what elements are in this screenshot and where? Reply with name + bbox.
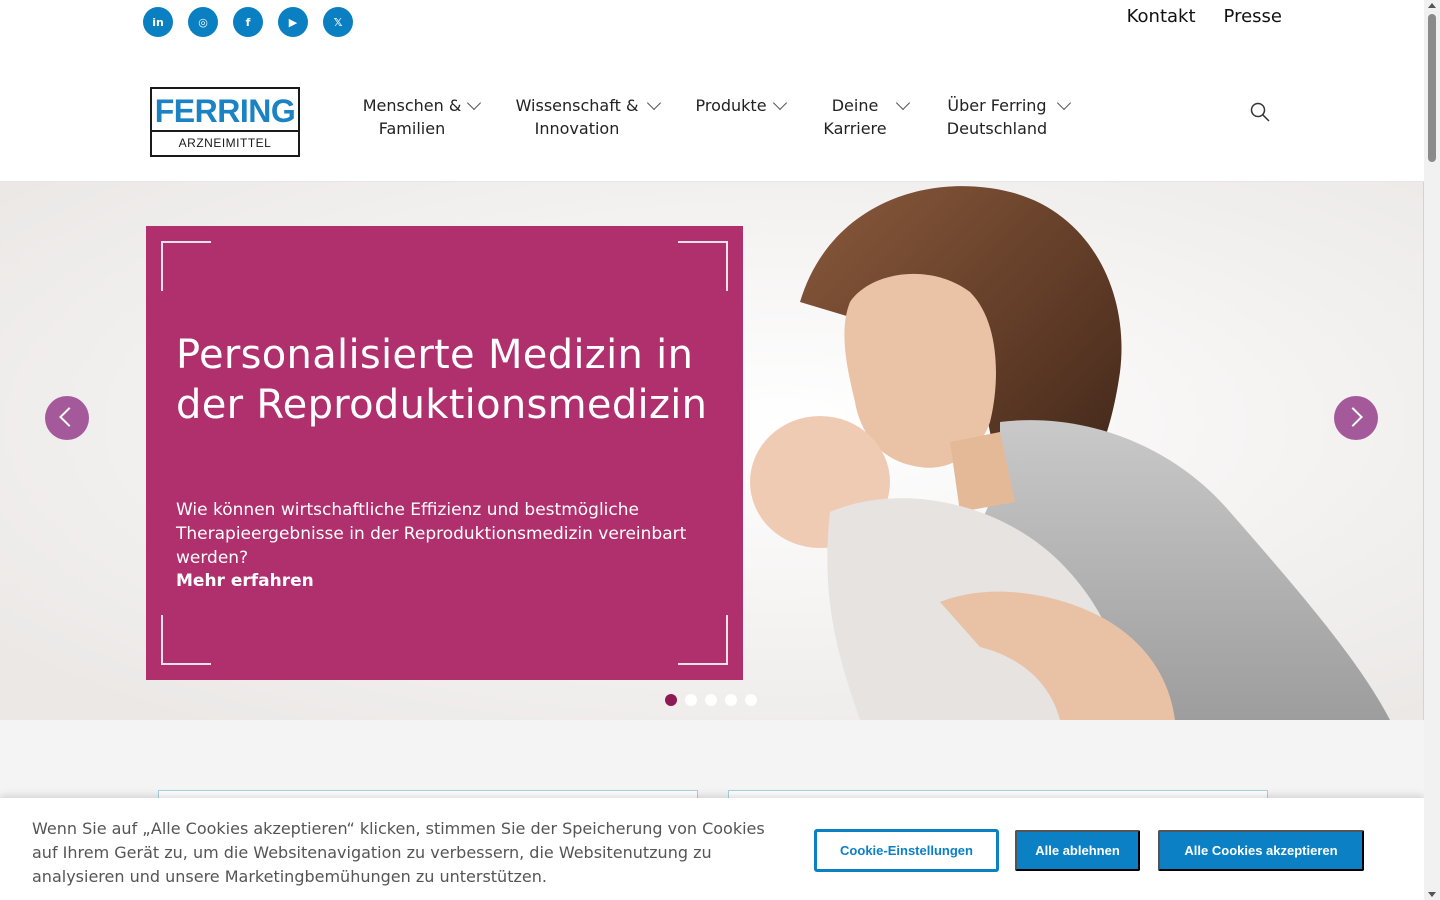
slider-dot[interactable] — [665, 694, 677, 706]
scroll-up-icon[interactable] — [1428, 3, 1436, 8]
instagram-icon[interactable]: ◎ — [188, 7, 218, 37]
ferring-logo[interactable]: FERRING ARZNEIMITTEL — [150, 87, 300, 157]
nav-label-line1: Über Ferring — [947, 96, 1047, 115]
chevron-down-icon — [646, 95, 662, 111]
search-icon[interactable] — [1250, 102, 1270, 122]
slider-dot[interactable] — [745, 694, 757, 706]
logo-divider — [152, 130, 298, 132]
panel-corner — [161, 241, 211, 291]
hero-panel: Personalisierte Medizin in der Reprodukt… — [146, 226, 743, 680]
chevron-down-icon — [895, 95, 911, 111]
cookie-banner: Wenn Sie auf „Alle Cookies akzeptieren“ … — [0, 798, 1424, 900]
facebook-icon[interactable]: f — [233, 7, 263, 37]
chevron-down-icon — [466, 95, 482, 111]
youtube-icon[interactable]: ▶ — [278, 7, 308, 37]
press-link[interactable]: Presse — [1224, 6, 1282, 27]
cookie-settings-button[interactable]: Cookie-Einstellungen — [815, 830, 998, 871]
social-links: in ◎ f ▶ 𝕏 — [143, 7, 353, 37]
x-icon[interactable]: 𝕏 — [323, 7, 353, 37]
chevron-right-icon — [1343, 407, 1363, 427]
slider-dot[interactable] — [725, 694, 737, 706]
chevron-left-icon — [59, 407, 79, 427]
panel-corner — [161, 615, 211, 665]
scrollbar[interactable] — [1424, 0, 1440, 900]
accept-all-button[interactable]: Alle Cookies akzeptieren — [1158, 830, 1364, 871]
logo-subtitle: ARZNEIMITTEL — [178, 136, 272, 150]
slider-next-button[interactable] — [1334, 396, 1378, 440]
contact-link[interactable]: Kontakt — [1127, 6, 1196, 27]
slider-dots — [665, 694, 757, 706]
slider-dot[interactable] — [705, 694, 717, 706]
scrollbar-thumb[interactable] — [1428, 14, 1436, 162]
slider-dot[interactable] — [685, 694, 697, 706]
nav-label-line2: Deutschland — [946, 119, 1048, 138]
nav-label-line1: Deine — [831, 96, 879, 115]
hero-title: Personalisierte Medizin in der Reprodukt… — [176, 332, 708, 428]
nav-karriere[interactable]: Deine Karriere — [818, 94, 911, 140]
nav-label-line2: Karriere — [823, 119, 887, 138]
nav-label-line1: Menschen & — [362, 96, 462, 115]
linkedin-icon[interactable]: in — [143, 7, 173, 37]
hero-more-link[interactable]: Mehr erfahren — [176, 571, 314, 591]
nav-label-line2: Familien — [378, 119, 446, 138]
nav-label-line2: Innovation — [534, 119, 620, 138]
nav-ueber-ferring[interactable]: Über Ferring Deutschland — [945, 94, 1072, 140]
nav-wissenschaft-innovation[interactable]: Wissenschaft & Innovation — [515, 94, 662, 140]
chevron-down-icon — [772, 95, 788, 111]
top-links: Kontakt Presse — [1127, 6, 1282, 27]
slider-prev-button[interactable] — [45, 396, 89, 440]
cookie-text: Wenn Sie auf „Alle Cookies akzeptieren“ … — [32, 819, 765, 886]
nav-label-line1: Produkte — [695, 96, 767, 115]
reject-all-button[interactable]: Alle ablehnen — [1015, 830, 1140, 871]
hero-text: Wie können wirtschaftliche Effizienz und… — [176, 500, 687, 568]
nav-menschen-familien[interactable]: Menschen & Familien — [361, 94, 482, 140]
panel-corner — [678, 615, 728, 665]
panel-corner — [678, 241, 728, 291]
scroll-down-icon[interactable] — [1428, 892, 1436, 897]
chevron-down-icon — [1056, 95, 1072, 111]
nav-label-line1: Wissenschaft & — [515, 96, 639, 115]
logo-brand: FERRING — [154, 93, 296, 129]
nav-produkte[interactable]: Produkte — [695, 94, 788, 117]
